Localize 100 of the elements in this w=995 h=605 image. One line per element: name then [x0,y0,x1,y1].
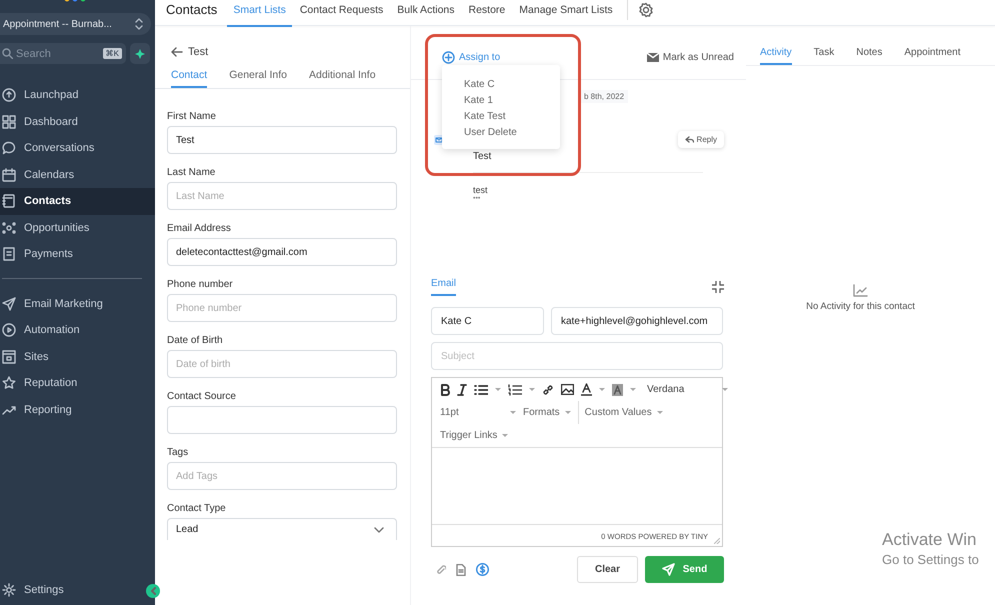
to-field[interactable]: kate+highlevel@gohighlevel.com [551,307,723,335]
menu-item[interactable]: Kate 1 [442,93,560,109]
chart-icon [853,284,868,297]
font-size-dropdown[interactable]: 11pt [440,407,516,418]
nav-item[interactable]: Automation [0,317,155,344]
select-value: Lead [176,524,198,535]
nav-item[interactable]: Launchpad [0,82,155,108]
tab[interactable]: Manage Smart Lists [513,0,619,25]
nav-item[interactable]: Contacts [0,188,155,214]
formats-dropdown[interactable]: Formats [523,407,571,418]
caret-icon [495,388,501,392]
input-field[interactable]: Last Name [167,182,397,210]
nav-item[interactable]: Email Marketing [0,290,155,317]
paperclip-icon[interactable] [436,564,446,576]
empty-message: No Activity for this contact [806,301,915,312]
play-circle-icon [2,323,16,338]
account-name: Appointment -- Burnab... [3,18,112,30]
nav-item[interactable]: Payments [0,241,155,268]
bold-icon[interactable] [440,384,450,396]
page-title: Contacts [166,2,218,17]
collapse-button[interactable] [146,584,160,598]
input-field[interactable] [167,406,397,434]
bullet-list-icon[interactable] [474,384,488,396]
italic-icon[interactable] [457,384,467,396]
input-field[interactable]: Date of birth [167,350,397,378]
nav-label: Dashboard [24,116,78,128]
document-icon[interactable] [456,564,466,576]
menu-item[interactable]: Kate C [442,77,560,93]
field-label: Tags [167,447,190,458]
highlight-color-icon[interactable] [612,384,623,396]
tab[interactable]: Additional Info [308,69,376,88]
text-color-icon[interactable] [581,383,592,396]
link-icon[interactable] [542,384,554,396]
account-switcher[interactable]: Appointment -- Burnab... [0,13,151,35]
nav-item[interactable]: Conversations [0,135,155,162]
settings-icon[interactable] [638,2,654,18]
shortcut-badge: ⌘K [102,48,122,59]
nav-item[interactable]: Calendars [0,162,155,188]
trigger-links-dropdown[interactable]: Trigger Links [440,430,508,441]
quick-action-button[interactable] [130,43,150,64]
field-label: Last Name [167,167,216,178]
caret-icon [656,410,663,414]
tab[interactable]: Appointment [904,47,961,65]
browser-window-icon [2,350,16,364]
settings-item[interactable]: Settings [0,576,132,603]
paper-plane-icon [2,296,16,311]
nav-label: Payments [24,248,73,260]
nav-label: Email Marketing [24,298,103,310]
custom-values-dropdown[interactable]: Custom Values [578,401,663,424]
caret-icon [599,388,605,392]
nav-item[interactable]: Reporting [0,396,155,423]
nav-item[interactable]: Reputation [0,370,155,396]
input-field[interactable]: deletecontacttest@gmail.com [167,238,397,266]
nav-item[interactable]: Sites [0,344,155,370]
field-label: Email Address [167,223,232,234]
dollar-circle-icon[interactable] [476,563,489,576]
tab[interactable]: Task [814,47,834,65]
input-field[interactable]: Add Tags [167,462,397,490]
field-label: Date of Birth [167,335,224,346]
tab[interactable]: Contact Requests [294,0,390,25]
search-input[interactable]: Search [16,48,100,60]
menu-item[interactable]: User Delete [442,125,560,141]
calendar-icon [2,168,16,182]
field-label: Contact Type [167,503,227,514]
from-field[interactable]: Kate C [431,307,544,335]
nav-label: Opportunities [24,222,90,234]
nav-item[interactable]: Opportunities [0,214,155,241]
star-icon [2,376,16,390]
network-icon [2,220,16,235]
reply-button[interactable]: Reply [678,131,724,148]
reply-arrow-icon [684,136,694,143]
clear-button[interactable]: Clear [577,556,638,583]
select-field[interactable]: Lead [167,518,397,540]
numbered-list-icon[interactable] [508,384,522,396]
search-field[interactable]: Search ⌘K [0,43,126,64]
tab[interactable]: General Info [229,69,287,88]
menu-item[interactable]: Kate Test [442,109,560,125]
collapse-icon[interactable] [712,281,724,293]
back-arrow-icon[interactable] [171,46,183,56]
nav-label: Calendars [24,168,74,181]
input-field[interactable]: Test [167,126,397,154]
chevron-left-icon [150,587,156,595]
caret-icon [502,434,508,438]
field-label: Contact Source [167,391,237,402]
caret-icon [510,410,516,414]
tab[interactable]: Bulk Actions [391,0,460,25]
nav-label: Reporting [24,404,72,416]
nav-item[interactable]: Dashboard [0,108,155,135]
tab[interactable]: Restore [462,0,512,25]
font-dropdown[interactable]: Verdana [647,384,715,395]
message-body: test [473,185,489,195]
image-icon[interactable] [561,384,574,395]
input-field[interactable]: Phone number [167,294,397,322]
settings-icon [2,582,16,597]
nav-label: Automation [24,324,80,336]
mark-unread-link[interactable]: Mark as Unread [646,52,734,62]
activation-notice-text: Go to Settings to [882,552,979,567]
field-label: Phone number [167,279,234,290]
tab[interactable]: Notes [856,47,882,65]
subject-field[interactable]: Subject [431,342,723,370]
